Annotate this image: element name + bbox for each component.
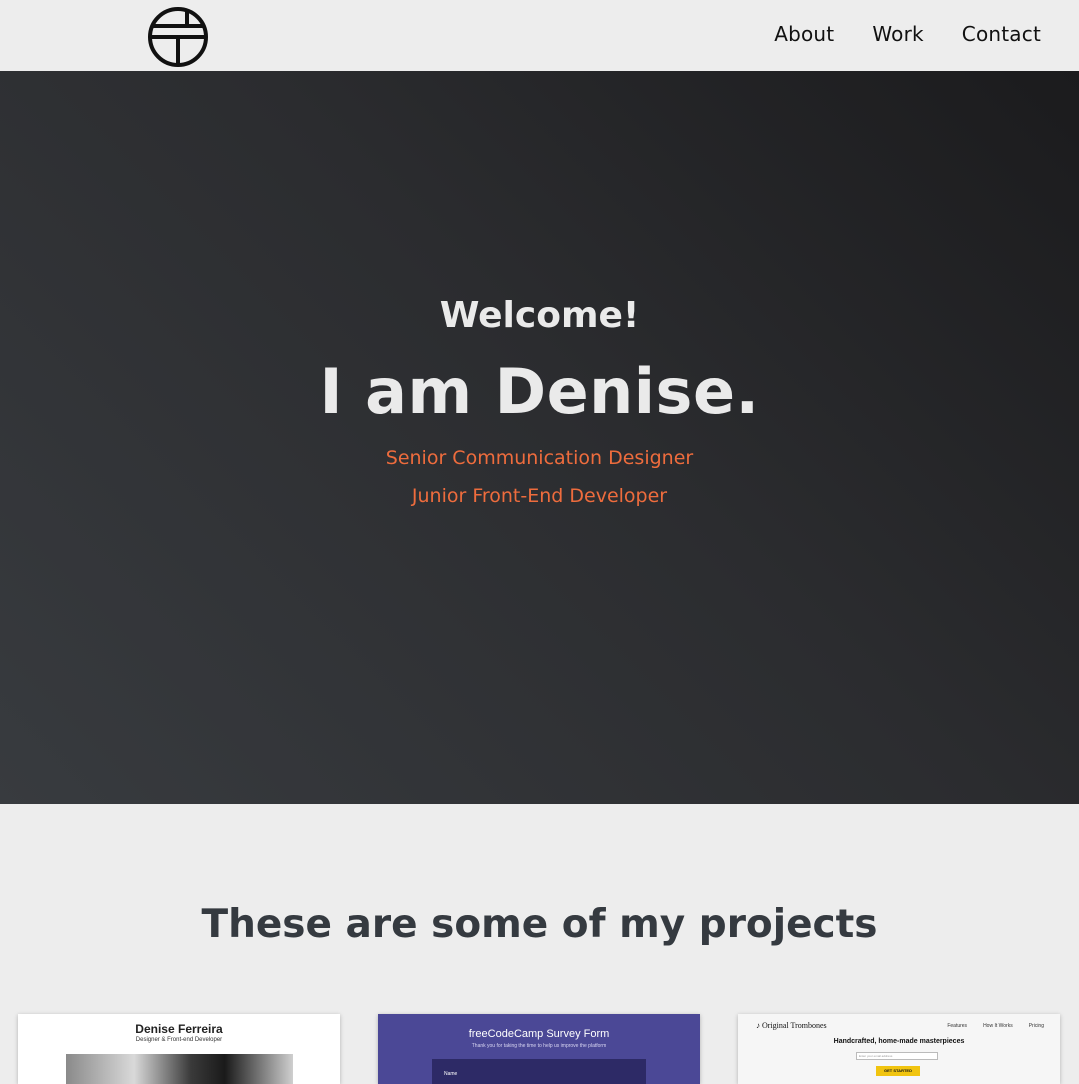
nav-work-link[interactable]: Work — [872, 22, 923, 46]
logo-icon[interactable] — [147, 6, 209, 68]
nav-contact-link[interactable]: Contact — [962, 22, 1041, 46]
card-landing-nav: Features How It Works Pricing — [947, 1023, 1044, 1029]
card-landing-brand: ♪ Original Trombones — [756, 1021, 827, 1030]
card-landing-link: Features — [947, 1023, 968, 1029]
hero-headline: I am Denise. — [319, 355, 760, 428]
site-header: About Work Contact — [0, 0, 1079, 71]
card-survey-description: Thank you for taking the time to help us… — [471, 1043, 607, 1049]
hero-greeting: Welcome! — [439, 295, 640, 336]
card-survey-title: freeCodeCamp Survey Form — [468, 1028, 610, 1040]
hero-role-developer: Junior Front-End Developer — [411, 485, 668, 507]
card-portfolio-photo — [66, 1054, 293, 1084]
card-landing-link: Pricing — [1028, 1023, 1044, 1029]
project-card-survey-form[interactable]: freeCodeCamp Survey Form Thank you for t… — [378, 1014, 700, 1084]
nav-about-link[interactable]: About — [774, 22, 834, 46]
hero-section: Welcome! I am Denise. Senior Communicati… — [0, 71, 1079, 804]
card-survey-form-panel: Name — [432, 1059, 646, 1084]
hero-role-designer: Senior Communication Designer — [385, 447, 694, 469]
card-survey-field-label: Name — [444, 1071, 458, 1077]
card-portfolio-subtitle: Designer & Front-end Developer — [135, 1037, 223, 1043]
card-landing-headline: Handcrafted, home-made masterpieces — [833, 1038, 965, 1045]
project-card-product-landing[interactable]: ♪ Original Trombones Features How It Wor… — [738, 1014, 1060, 1084]
projects-title: These are some of my projects — [201, 902, 878, 947]
card-landing-brand-text: Original Trombones — [762, 1021, 827, 1030]
card-landing-link: How It Works — [983, 1023, 1013, 1029]
main-nav: About Work Contact — [774, 18, 1041, 50]
card-portfolio-name: Denise Ferreira — [135, 1022, 223, 1036]
project-card-portfolio[interactable]: Denise Ferreira Designer & Front-end Dev… — [18, 1014, 340, 1084]
card-landing-cta-button: GET STARTED — [876, 1066, 920, 1076]
card-landing-email-field: Enter your email address — [856, 1052, 938, 1060]
